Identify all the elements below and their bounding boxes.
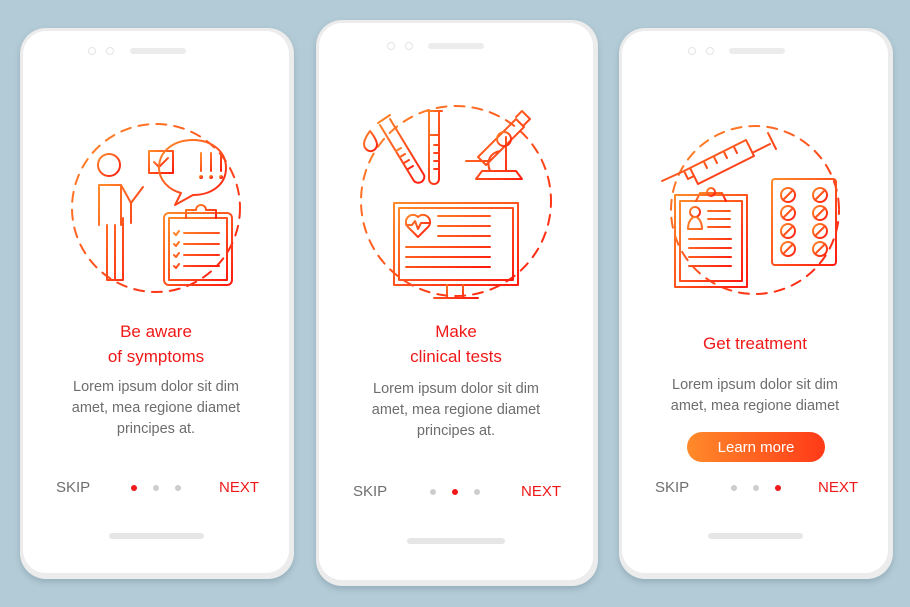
screen-description: Lorem ipsum dolor sit dim amet, mea regi… (319, 379, 593, 442)
page-dot-3[interactable] (474, 489, 480, 495)
title-line-2: clinical tests (410, 347, 502, 366)
page-dot-1[interactable] (131, 485, 137, 491)
screen-description: Lorem ipsum dolor sit dim amet, mea regi… (622, 375, 888, 417)
pill-score-line (782, 225, 794, 237)
microscope-icon (465, 110, 531, 180)
home-indicator[interactable] (109, 533, 204, 539)
home-indicator[interactable] (407, 538, 505, 544)
page-dot-2[interactable] (452, 489, 458, 495)
phone-top-bar (23, 45, 289, 57)
screen-description: Lorem ipsum dolor sit dim amet, mea regi… (23, 377, 289, 440)
screen-title: Be aware of symptoms (23, 319, 289, 369)
description-line-3: principes at. (116, 421, 196, 437)
pill-score-line (814, 243, 826, 255)
test-tube-icon (425, 110, 443, 185)
next-button[interactable]: NEXT (818, 479, 858, 496)
phone-top-bar (622, 45, 888, 57)
page-dot-1[interactable] (731, 485, 737, 491)
camera-dot-icon (88, 47, 96, 55)
onboarding-screen-treatment: Get treatment Lorem ipsum dolor sit dim … (622, 31, 888, 573)
test-tube-drop-icon (362, 114, 426, 184)
skip-button[interactable]: SKIP (655, 479, 689, 496)
skip-button[interactable]: SKIP (56, 479, 90, 496)
screen-title: Make clinical tests (319, 319, 593, 369)
medical-record-clipboard-icon (674, 187, 748, 288)
pill-score-line (814, 207, 826, 219)
screen-title: Get treatment (622, 331, 888, 356)
onboarding-screen-symptoms: Be aware of symptoms Lorem ipsum dolor s… (23, 31, 289, 573)
page-dot-2[interactable] (753, 485, 759, 491)
title-line-2: of symptoms (107, 347, 205, 366)
learn-more-button[interactable]: Learn more (687, 432, 825, 462)
checkbox-icon (148, 150, 174, 174)
pill-score-line (782, 243, 794, 255)
clinical-tests-illustration (319, 101, 593, 306)
sensor-dot-icon (405, 42, 413, 50)
monitor-heartbeat-icon (393, 202, 519, 299)
description-line-2: amet, mea regione diamet (71, 400, 241, 416)
description-line-2: amet, mea regione diamet (670, 398, 840, 414)
treatment-illustration (622, 115, 888, 295)
description-line-2: amet, mea regione diamet (371, 402, 541, 418)
phone-top-bar (319, 40, 593, 52)
pill-blister-icon (771, 178, 837, 266)
syringe-icon (661, 132, 777, 185)
person-icon (97, 153, 144, 281)
camera-dot-icon (688, 47, 696, 55)
onboarding-nav: SKIP NEXT (622, 479, 888, 499)
description-line-3: principes at. (416, 423, 496, 439)
skip-button[interactable]: SKIP (353, 483, 387, 500)
sensor-dot-icon (106, 47, 114, 55)
onboarding-nav: SKIP NEXT (319, 483, 593, 503)
onboarding-nav: SKIP NEXT (23, 479, 289, 499)
page-dot-3[interactable] (775, 485, 781, 491)
title-line-1: Get treatment (703, 334, 807, 353)
pill-score-line (814, 189, 826, 201)
next-button[interactable]: NEXT (521, 483, 561, 500)
description-line-1: Lorem ipsum dolor sit dim (672, 377, 838, 393)
title-line-1: Be aware (120, 322, 192, 341)
phone-screen-2: Make clinical tests Lorem ipsum dolor si… (316, 20, 598, 586)
title-line-1: Make (435, 322, 477, 341)
speaker-slot (428, 43, 484, 49)
camera-dot-icon (387, 42, 395, 50)
checklist-clipboard-icon (163, 204, 233, 286)
description-line-1: Lorem ipsum dolor sit dim (73, 379, 239, 395)
speaker-slot (729, 48, 785, 54)
page-dot-3[interactable] (175, 485, 181, 491)
onboarding-screen-clinical-tests: Make clinical tests Lorem ipsum dolor si… (319, 23, 593, 580)
speaker-slot (130, 48, 186, 54)
phone-screen-1: Be aware of symptoms Lorem ipsum dolor s… (20, 28, 294, 579)
page-dot-2[interactable] (153, 485, 159, 491)
pill-score-line (782, 207, 794, 219)
phone-screen-3: Get treatment Lorem ipsum dolor sit dim … (619, 28, 893, 579)
symptoms-illustration (23, 113, 289, 293)
home-indicator[interactable] (708, 533, 803, 539)
sensor-dot-icon (706, 47, 714, 55)
pill-score-line (814, 225, 826, 237)
next-button[interactable]: NEXT (219, 479, 259, 496)
page-dot-1[interactable] (430, 489, 436, 495)
pill-score-line (782, 189, 794, 201)
description-line-1: Lorem ipsum dolor sit dim (373, 381, 539, 397)
